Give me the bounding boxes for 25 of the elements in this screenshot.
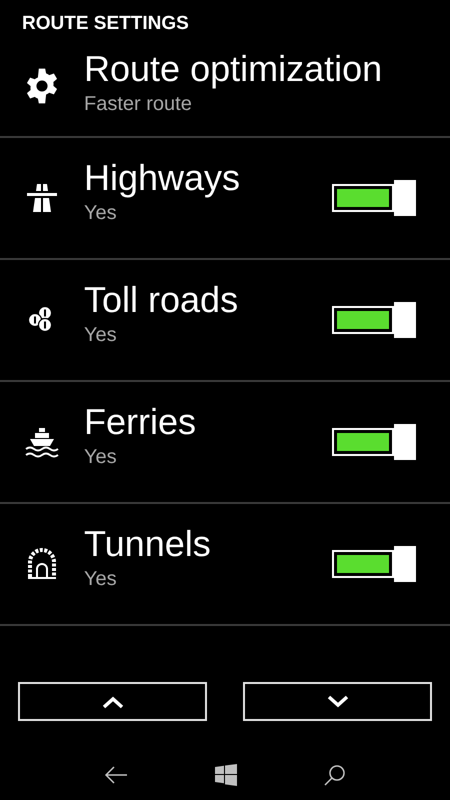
setting-title: Route optimization xyxy=(84,47,382,91)
back-icon[interactable] xyxy=(104,765,128,785)
highway-icon xyxy=(25,181,59,215)
setting-title: Highways xyxy=(84,156,240,200)
setting-value: Yes xyxy=(84,201,117,226)
setting-value: Yes xyxy=(84,323,117,348)
setting-value: Yes xyxy=(84,567,117,592)
search-icon[interactable] xyxy=(324,764,346,786)
toggle-switch[interactable] xyxy=(332,302,416,338)
chevron-down-icon xyxy=(326,694,350,708)
toggle-switch[interactable] xyxy=(332,180,416,216)
toggle-switch[interactable] xyxy=(332,546,416,582)
windows-logo-icon[interactable] xyxy=(214,764,237,786)
tunnel-icon xyxy=(25,547,59,581)
ship-icon xyxy=(23,425,61,459)
setting-title: Tunnels xyxy=(84,522,211,566)
setting-title: Toll roads xyxy=(84,278,238,322)
previous-button[interactable] xyxy=(18,682,207,721)
setting-value: Faster route xyxy=(84,92,192,117)
section-title: ROUTE SETTINGS xyxy=(21,12,189,36)
chevron-up-icon xyxy=(100,694,124,708)
setting-value: Yes xyxy=(84,445,117,470)
setting-title: Ferries xyxy=(84,400,196,444)
next-button[interactable] xyxy=(243,682,432,721)
toggle-switch[interactable] xyxy=(332,424,416,460)
